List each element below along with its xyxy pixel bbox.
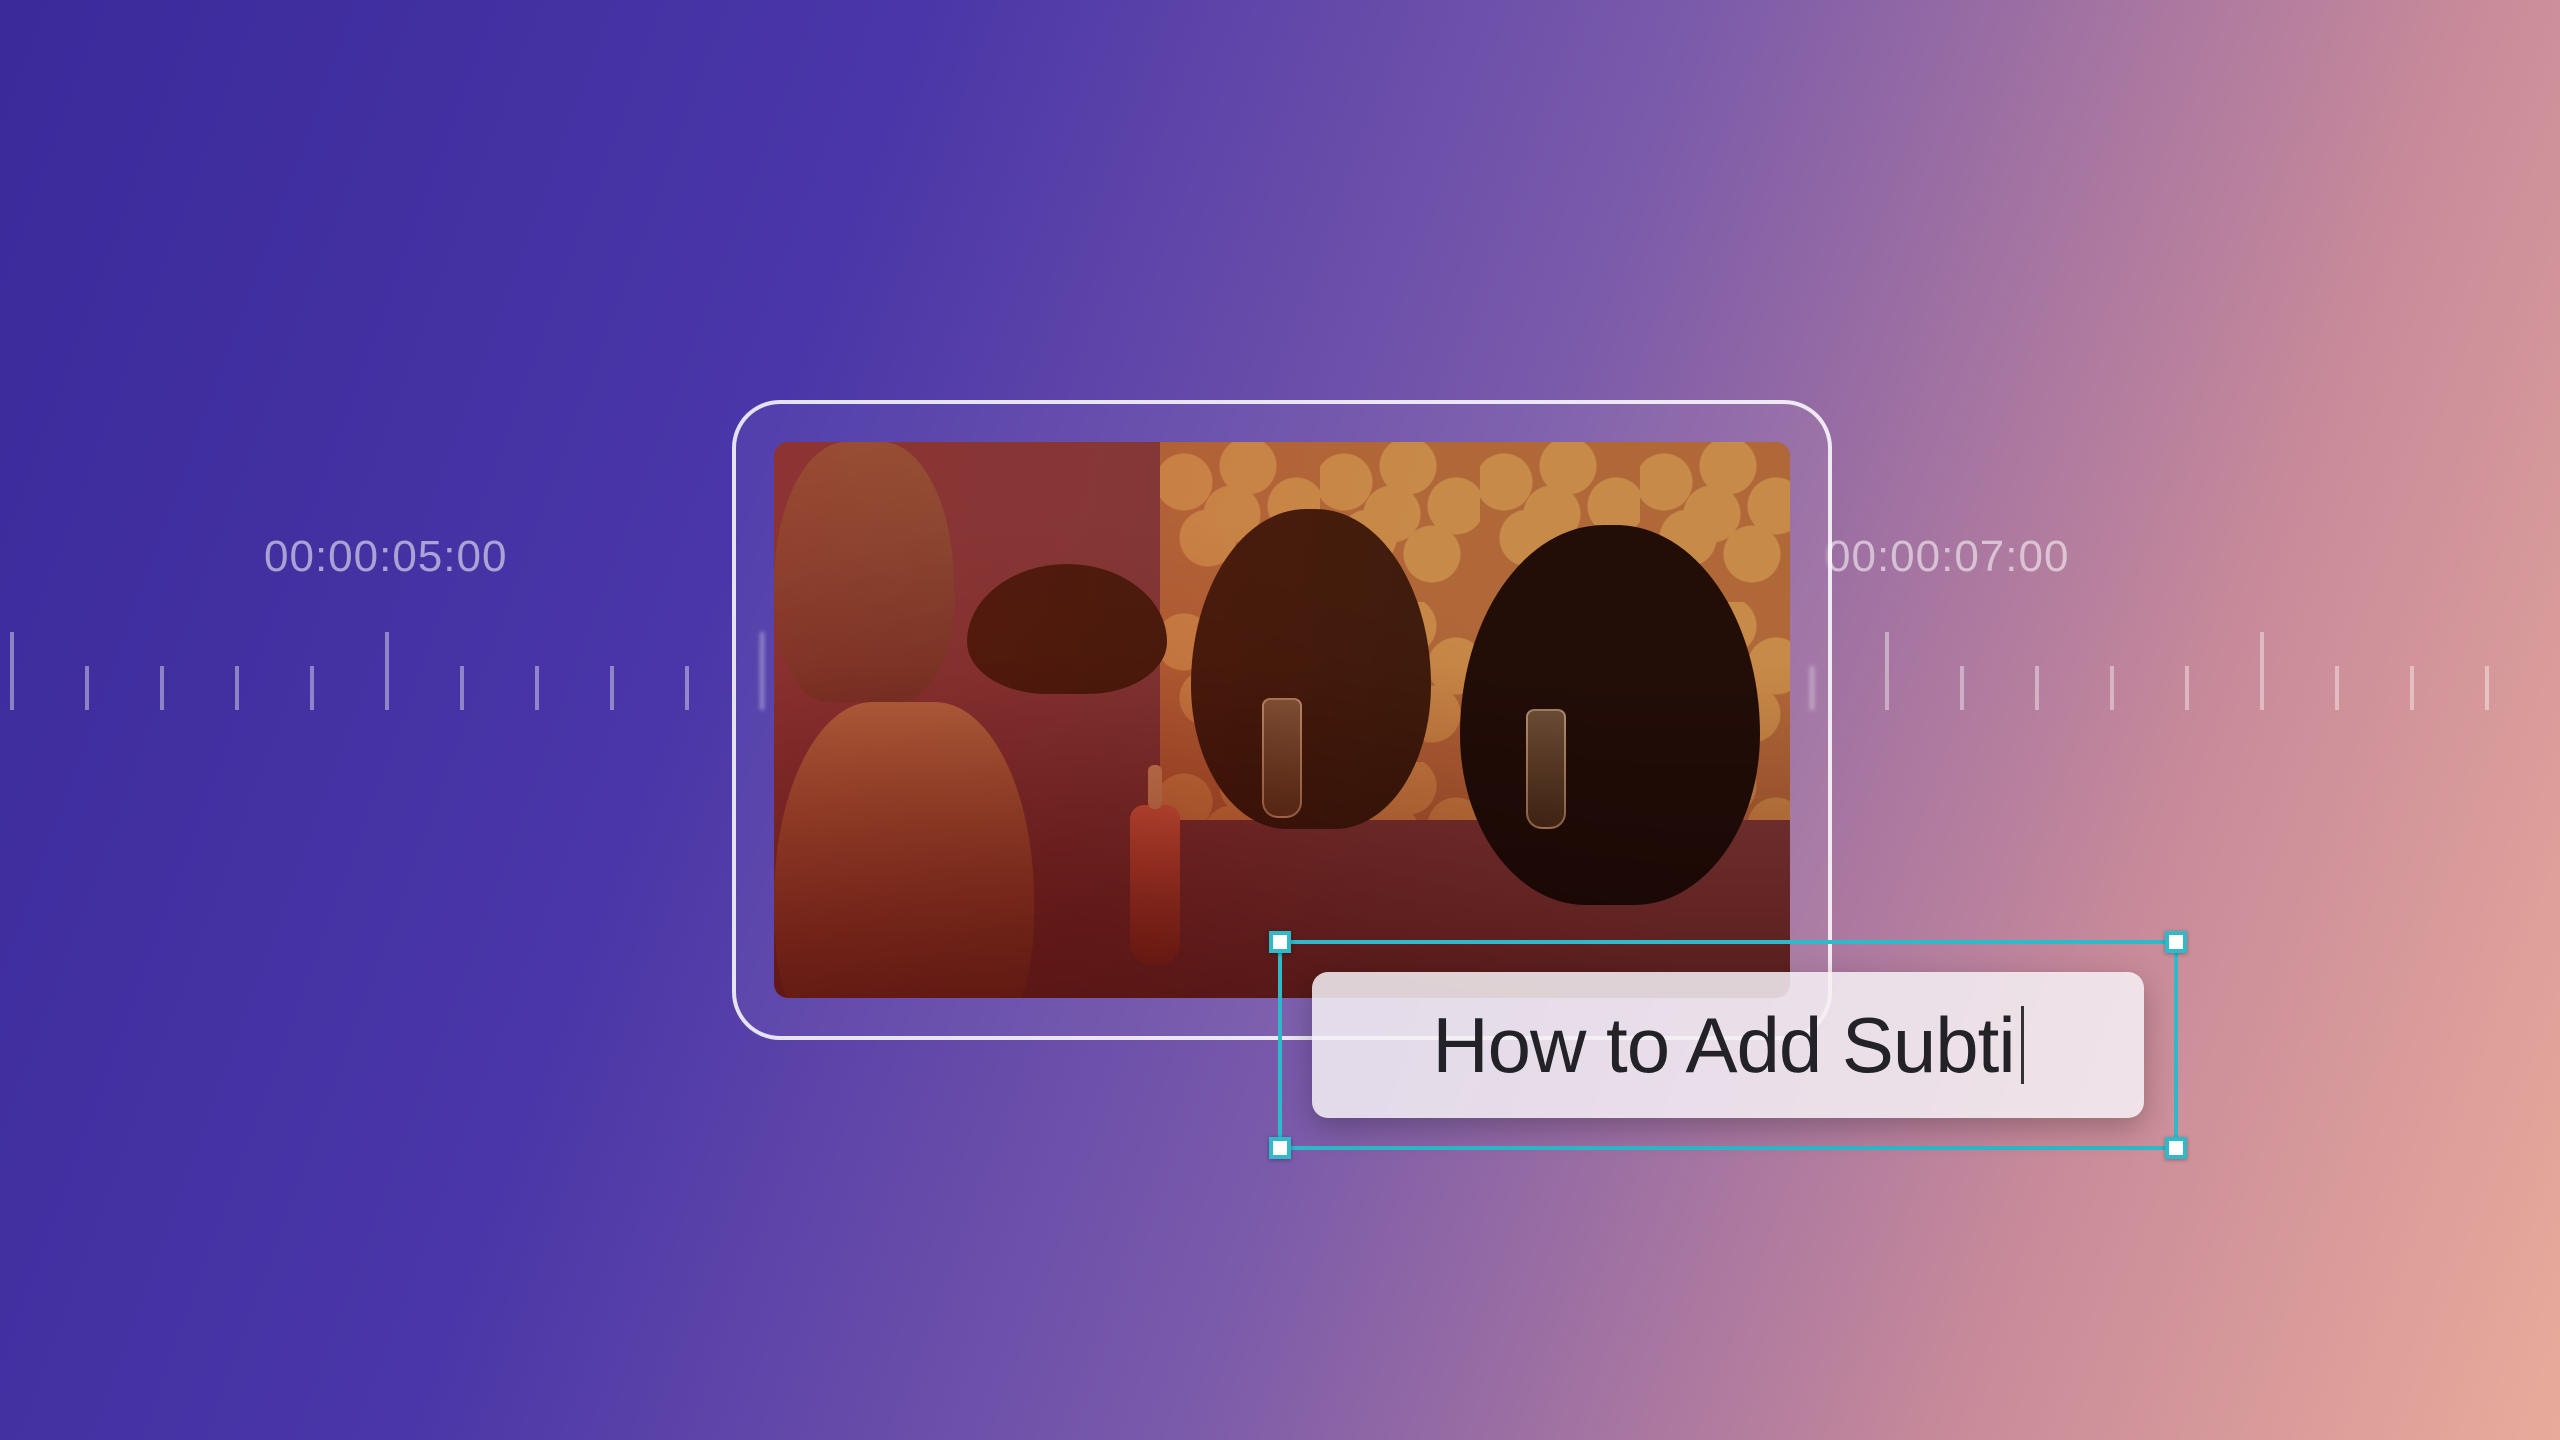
- tick-minor: [235, 666, 239, 710]
- tick-major: [2260, 632, 2264, 710]
- subtitle-input[interactable]: How to Add Subti: [1312, 972, 2144, 1118]
- timecode-2: 00:00:07:00: [1826, 532, 2069, 582]
- tick-minor: [685, 666, 689, 710]
- tick-minor: [610, 666, 614, 710]
- tick-minor: [2185, 666, 2189, 710]
- tick-minor: [2035, 666, 2039, 710]
- subtitle-text: How to Add Subti: [1432, 1000, 2014, 1091]
- tick-minor: [2485, 666, 2489, 710]
- text-caret: [2021, 1006, 2024, 1084]
- tick-major: [1885, 632, 1889, 710]
- tick-minor: [2110, 666, 2114, 710]
- resize-handle-bottom-right[interactable]: [2165, 1137, 2187, 1159]
- tick-major: [10, 632, 14, 710]
- tick-minor: [1960, 666, 1964, 710]
- tick-minor: [2410, 666, 2414, 710]
- tick-minor: [85, 666, 89, 710]
- tick-minor: [310, 666, 314, 710]
- tick-minor: [460, 666, 464, 710]
- video-thumbnail: [774, 442, 1790, 998]
- tick-minor: [160, 666, 164, 710]
- timecode-1: 00:00:05:00: [264, 532, 507, 582]
- resize-handle-bottom-left[interactable]: [1269, 1137, 1291, 1159]
- tick-minor: [535, 666, 539, 710]
- resize-handle-top-right[interactable]: [2165, 931, 2187, 953]
- subtitle-text-box[interactable]: How to Add Subti: [1278, 940, 2178, 1150]
- tick-minor: [2335, 666, 2339, 710]
- resize-handle-top-left[interactable]: [1269, 931, 1291, 953]
- tick-major: [385, 632, 389, 710]
